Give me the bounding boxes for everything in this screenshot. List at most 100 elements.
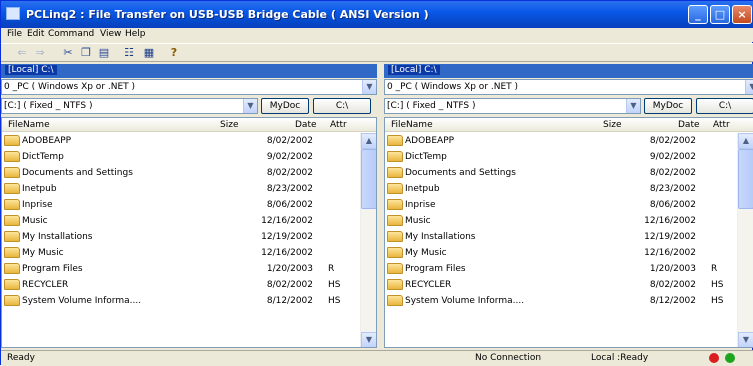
file-row[interactable]: RECYCLER 8/02/2002 HS — [385, 277, 740, 293]
left-mydoc-button[interactable]: MyDoc — [261, 98, 309, 114]
file-row[interactable]: DictTemp 9/02/2002 — [2, 149, 357, 165]
file-row[interactable]: My Installations 12/19/2002 — [2, 229, 357, 245]
file-name: Inetpub — [405, 184, 440, 194]
right-mydoc-button[interactable]: MyDoc — [644, 98, 692, 114]
left-file-list[interactable]: FileName Size Date Attr ADOBEAPP 8/02/200… — [1, 117, 377, 348]
file-row[interactable]: Inprise 8/06/2002 — [385, 197, 740, 213]
maximize-button[interactable]: □ — [710, 5, 730, 24]
file-row[interactable]: Program Files 1/20/2003 R — [2, 261, 357, 277]
scroll-down-icon[interactable]: ▼ — [738, 332, 753, 347]
red-indicator-icon — [709, 353, 719, 363]
file-row[interactable]: Music 12/16/2002 — [2, 213, 357, 229]
file-row[interactable]: Inetpub 8/23/2002 — [385, 181, 740, 197]
right-pc-combo[interactable]: 0 _PC ( Windows Xp or .NET ) ▼ — [384, 79, 753, 95]
file-row[interactable]: Documents and Settings 8/02/2002 — [385, 165, 740, 181]
close-button[interactable]: × — [732, 5, 752, 24]
folder-icon — [4, 167, 20, 178]
right-file-list[interactable]: FileName Size Date Attr ADOBEAPP 8/02/200… — [384, 117, 753, 348]
forward-icon[interactable]: ⇒ — [33, 46, 47, 60]
folder-icon — [387, 151, 403, 162]
file-name: My Installations — [405, 232, 476, 242]
cut-icon[interactable]: ✂ — [61, 46, 75, 60]
folder-icon — [4, 247, 20, 258]
file-name: Program Files — [405, 264, 466, 274]
file-row[interactable]: My Installations 12/19/2002 — [385, 229, 740, 245]
file-attr: HS — [711, 296, 724, 306]
paste-icon[interactable]: ▤ — [97, 46, 111, 60]
file-attr: HS — [711, 280, 724, 290]
left-pc-combo[interactable]: 0 _PC ( Windows Xp or .NET ) ▼ — [1, 79, 377, 95]
menu-view[interactable]: View — [100, 29, 121, 39]
left-root-button[interactable]: C:\ — [313, 98, 371, 114]
file-row[interactable]: Inetpub 8/23/2002 — [2, 181, 357, 197]
scroll-up-icon[interactable]: ▲ — [738, 133, 753, 149]
minimize-button[interactable]: _ — [688, 5, 708, 24]
detail-view-icon[interactable]: ▦ — [142, 46, 156, 60]
file-name: Documents and Settings — [22, 168, 133, 178]
left-pane: [Local] C:\ 0 _PC ( Windows Xp or .NET )… — [1, 64, 377, 348]
menu-file[interactable]: File — [7, 29, 22, 39]
right-root-button[interactable]: C:\ — [696, 98, 753, 114]
col-date[interactable]: Date — [295, 120, 317, 130]
right-pc-value: 0 _PC ( Windows Xp or .NET ) — [387, 82, 519, 92]
file-row[interactable]: DictTemp 9/02/2002 — [385, 149, 740, 165]
right-scrollbar[interactable]: ▲ ▼ — [737, 133, 753, 347]
col-filename[interactable]: FileName — [391, 120, 433, 130]
folder-icon — [4, 231, 20, 242]
file-row[interactable]: System Volume Informa.... 8/12/2002 HS — [385, 293, 740, 309]
file-date: 8/02/2002 — [649, 136, 696, 146]
file-row[interactable]: Program Files 1/20/2003 R — [385, 261, 740, 277]
scroll-thumb[interactable] — [361, 149, 376, 209]
file-name: RECYCLER — [405, 280, 452, 290]
menu-command[interactable]: Command — [48, 29, 94, 39]
scroll-up-icon[interactable]: ▲ — [361, 133, 376, 149]
file-row[interactable]: Inprise 8/06/2002 — [2, 197, 357, 213]
right-column-header: FileName Size Date Attr — [385, 118, 753, 132]
scroll-thumb[interactable] — [738, 149, 753, 209]
green-indicator-icon — [725, 353, 735, 363]
col-date[interactable]: Date — [678, 120, 700, 130]
file-row[interactable]: ADOBEAPP 8/02/2002 — [385, 133, 740, 149]
file-row[interactable]: ADOBEAPP 8/02/2002 — [2, 133, 357, 149]
file-row[interactable]: My Music 12/16/2002 — [385, 245, 740, 261]
file-row[interactable]: System Volume Informa.... 8/12/2002 HS — [2, 293, 357, 309]
folder-icon — [387, 231, 403, 242]
left-scrollbar[interactable]: ▲ ▼ — [360, 133, 376, 347]
col-attr[interactable]: Attr — [713, 120, 730, 130]
chevron-down-icon[interactable]: ▼ — [362, 80, 376, 94]
title-bar[interactable]: PCLinq2 : File Transfer on USB-USB Bridg… — [1, 1, 753, 28]
scroll-down-icon[interactable]: ▼ — [361, 332, 376, 347]
chevron-down-icon[interactable]: ▼ — [626, 99, 640, 113]
copy-icon[interactable]: ❐ — [79, 46, 93, 60]
file-attr: HS — [328, 280, 341, 290]
file-date: 8/02/2002 — [266, 280, 313, 290]
chevron-down-icon[interactable]: ▼ — [745, 80, 753, 94]
left-drive-combo[interactable]: [C:] ( Fixed _ NTFS ) ▼ — [1, 98, 258, 114]
file-date: 8/02/2002 — [266, 168, 313, 178]
file-row[interactable]: RECYCLER 8/02/2002 HS — [2, 277, 357, 293]
folder-icon — [387, 183, 403, 194]
folder-icon — [4, 263, 20, 274]
window-title: PCLinq2 : File Transfer on USB-USB Bridg… — [26, 8, 429, 21]
file-name: Program Files — [22, 264, 83, 274]
list-view-icon[interactable]: ☷ — [122, 46, 136, 60]
minimize-icon: _ — [695, 8, 701, 21]
status-bar: Ready No Connection Local :Ready — [1, 350, 753, 366]
col-size[interactable]: Size — [220, 120, 238, 130]
file-row[interactable]: Music 12/16/2002 — [385, 213, 740, 229]
file-name: Inprise — [405, 200, 436, 210]
menu-help[interactable]: Help — [125, 29, 146, 39]
chevron-down-icon[interactable]: ▼ — [243, 99, 257, 113]
file-name: RECYCLER — [22, 280, 69, 290]
col-filename[interactable]: FileName — [8, 120, 50, 130]
menu-edit[interactable]: Edit — [27, 29, 44, 39]
file-row[interactable]: My Music 12/16/2002 — [2, 245, 357, 261]
help-icon[interactable]: ? — [167, 46, 181, 60]
col-attr[interactable]: Attr — [330, 120, 347, 130]
back-icon[interactable]: ⇐ — [15, 46, 29, 60]
col-size[interactable]: Size — [603, 120, 621, 130]
file-row[interactable]: Documents and Settings 8/02/2002 — [2, 165, 357, 181]
file-date: 1/20/2003 — [649, 264, 696, 274]
file-date: 8/12/2002 — [649, 296, 696, 306]
right-drive-combo[interactable]: [C:] ( Fixed _ NTFS ) ▼ — [384, 98, 641, 114]
